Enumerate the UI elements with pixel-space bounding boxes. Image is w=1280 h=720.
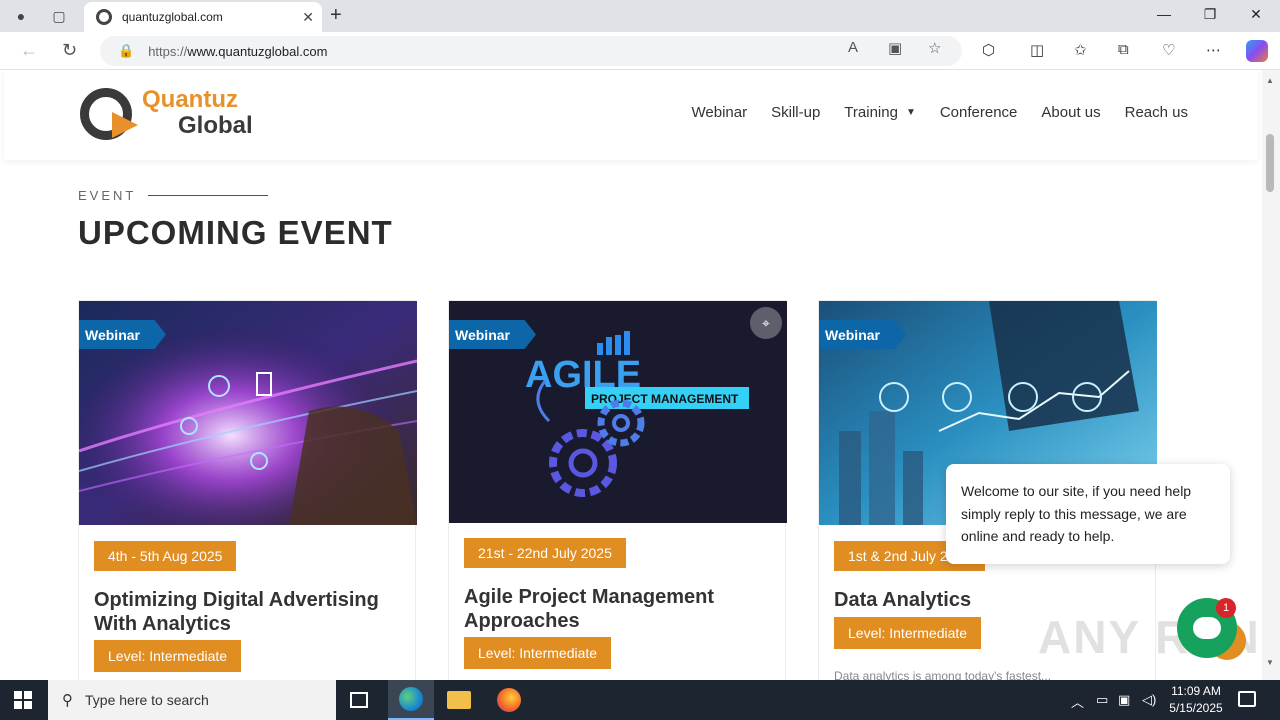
menu-item-reach-us[interactable]: Reach us (1125, 104, 1188, 121)
taskbar-search-placeholder: Type here to search (85, 692, 209, 708)
event-title[interactable]: Agile Project Management Approaches (464, 585, 774, 633)
chat-welcome-popup[interactable]: Welcome to our site, if you need help si… (946, 464, 1230, 564)
profile-icon[interactable]: ● (8, 4, 34, 28)
event-image-agile[interactable]: AGILE PROJECT MANAGEMENT ⌖ Webinar (449, 301, 787, 523)
menu-item-about-us[interactable]: About us (1041, 104, 1100, 121)
section-title: UPCOMING EVENT (78, 214, 393, 251)
chat-bubble-icon (1193, 617, 1221, 639)
clock-time: 11:09 AM (1171, 684, 1221, 698)
eyebrow-divider (148, 195, 269, 196)
site-header: Quantuz Global Webinar Skill-up Training… (4, 70, 1258, 160)
chevron-down-icon[interactable]: ▼ (906, 107, 916, 118)
page-scrollbar[interactable]: ▲ ▼ (1262, 70, 1280, 680)
menu-item-training-label: Training (844, 104, 898, 121)
task-view-button[interactable] (336, 680, 382, 720)
lock-icon[interactable]: 🔒 (118, 43, 134, 59)
url-text: https://www.quantuzglobal.com (148, 43, 328, 59)
chat-unread-badge: 1 (1216, 598, 1236, 618)
close-window-button[interactable]: ✕ (1236, 6, 1276, 23)
logo-text-quantuz: Quantuz (142, 86, 238, 113)
event-level: Level: Intermediate (834, 617, 982, 649)
site-favicon-icon (96, 9, 112, 25)
event-date: 4th - 5th Aug 2025 (94, 541, 237, 571)
eyebrow-text: EVENT (78, 188, 137, 203)
logo-text-global: Global (178, 112, 253, 139)
menu-item-webinar[interactable]: Webinar (692, 104, 748, 121)
copilot-icon[interactable] (1246, 40, 1268, 62)
scroll-down-icon[interactable]: ▼ (1266, 658, 1274, 667)
firefox-icon (497, 688, 521, 712)
network-icon[interactable]: ▣ (1118, 692, 1130, 708)
collections-icon[interactable]: ⧉ (1118, 41, 1129, 58)
search-icon: ⚲ (62, 692, 73, 709)
visual-search-icon[interactable]: ⌖ (750, 307, 782, 339)
immersive-reader-icon[interactable]: ▣ (888, 39, 902, 57)
event-title[interactable]: Optimizing Digital Advertising With Anal… (94, 588, 404, 636)
extensions-icon[interactable]: ⬡ (982, 41, 995, 59)
volume-icon[interactable]: ◁) (1142, 692, 1156, 708)
event-type-badge: Webinar (79, 320, 166, 349)
restore-button[interactable]: ❐ (1190, 6, 1230, 23)
windows-start-icon[interactable] (14, 691, 32, 709)
windows-taskbar: ⚲ Type here to search ︿ ▭ ▣ ◁) 11:09 AM … (0, 680, 1280, 720)
read-aloud-icon[interactable]: A (848, 39, 858, 56)
menu-item-conference[interactable]: Conference (940, 104, 1018, 121)
favorites-icon[interactable]: ✩ (1074, 41, 1087, 59)
address-toolbar: ← ↻ 🔒 https://www.quantuzglobal.com A ▣ … (0, 32, 1280, 70)
event-level: Level: Intermediate (94, 640, 242, 672)
refresh-icon[interactable]: ↻ (62, 40, 77, 61)
taskbar-file-explorer[interactable] (436, 680, 482, 720)
event-type-badge: Webinar (819, 320, 906, 349)
taskbar-clock[interactable]: 11:09 AM 5/15/2025 (1160, 683, 1232, 717)
menu-item-skill-up[interactable]: Skill-up (771, 104, 820, 121)
split-screen-icon[interactable]: ◫ (1030, 41, 1044, 59)
taskbar-search-box[interactable]: ⚲ Type here to search (48, 680, 336, 720)
address-bar[interactable]: 🔒 https://www.quantuzglobal.com (100, 36, 962, 66)
new-tab-button[interactable]: + (330, 4, 342, 27)
event-date: 21st - 22nd July 2025 (464, 538, 626, 568)
tab-actions-icon[interactable]: ▢ (46, 4, 72, 28)
favorite-star-icon[interactable]: ☆ (928, 39, 941, 57)
folder-icon (447, 691, 471, 709)
event-card[interactable]: Webinar 4th - 5th Aug 2025 Optimizing Di… (78, 300, 417, 680)
browser-essentials-icon[interactable]: ♡ (1162, 41, 1175, 59)
back-icon[interactable]: ← (20, 40, 38, 61)
scrollbar-thumb[interactable] (1266, 134, 1274, 192)
tab-title: quantuzglobal.com (122, 10, 223, 24)
tray-overflow-chevron-icon[interactable]: ︿ (1071, 692, 1084, 711)
event-title[interactable]: Data Analytics (834, 588, 1144, 612)
edge-icon (399, 687, 423, 711)
notification-center-icon[interactable] (1238, 691, 1256, 707)
tray-device-icon[interactable]: ▭ (1096, 692, 1108, 708)
taskbar-firefox[interactable] (486, 680, 532, 720)
event-level: Level: Intermediate (464, 637, 612, 669)
more-menu-icon[interactable]: ⋯ (1206, 41, 1221, 59)
logo-play-icon (112, 112, 138, 138)
section-eyebrow: EVENT (78, 188, 269, 203)
task-view-icon (350, 692, 368, 708)
menu-item-training[interactable]: Training ▼ (844, 104, 916, 121)
event-description: Data analytics is among today's fastest.… (834, 669, 1052, 680)
main-menu: Webinar Skill-up Training ▼ Conference A… (692, 104, 1188, 121)
event-card[interactable]: AGILE PROJECT MANAGEMENT ⌖ Webinar 21st … (448, 300, 787, 680)
taskbar-edge[interactable] (388, 680, 434, 720)
tab-close-icon[interactable]: ✕ (302, 9, 314, 26)
event-image-digital-advertising[interactable]: Webinar (79, 301, 417, 525)
site-logo[interactable]: Quantuz Global (80, 86, 260, 142)
browser-tab[interactable]: quantuzglobal.com ✕ (84, 2, 322, 32)
minimize-button[interactable]: — (1144, 6, 1184, 22)
browser-tab-bar: ● ▢ quantuzglobal.com ✕ + — ❐ ✕ (0, 0, 1280, 32)
clock-date: 5/15/2025 (1169, 701, 1223, 715)
event-type-badge: Webinar (449, 320, 536, 349)
scroll-up-icon[interactable]: ▲ (1266, 76, 1274, 85)
page-viewport: Quantuz Global Webinar Skill-up Training… (0, 70, 1262, 680)
